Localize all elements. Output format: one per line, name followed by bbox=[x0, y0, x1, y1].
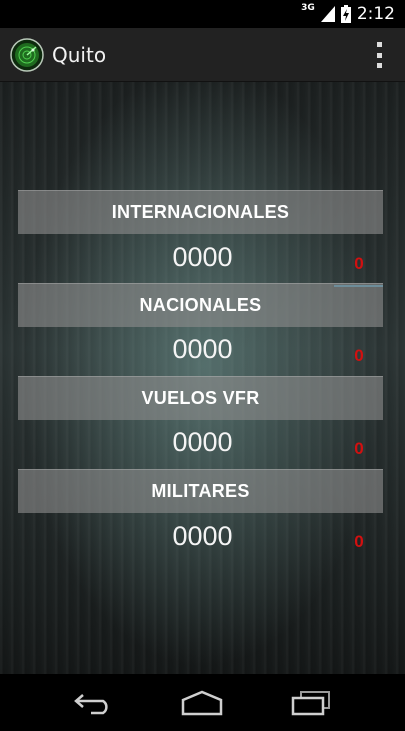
badge-internacionales[interactable]: 0 bbox=[335, 254, 383, 274]
content-area: INTERNACIONALES 0000 0 NACIONALES 0000 0… bbox=[0, 82, 405, 674]
section-header-militares: MILITARES bbox=[18, 469, 383, 513]
overflow-menu-icon[interactable] bbox=[377, 42, 383, 68]
app-title: Quito bbox=[52, 42, 107, 67]
navigation-bar bbox=[0, 674, 405, 731]
radar-icon[interactable] bbox=[10, 37, 44, 72]
section-header-vuelos-vfr: VUELOS VFR bbox=[18, 376, 383, 420]
section-header-internacionales: INTERNACIONALES bbox=[18, 190, 383, 234]
status-bar: 3G 2:12 bbox=[0, 0, 405, 28]
signal-icon bbox=[320, 6, 335, 22]
section-header-nacionales: NACIONALES bbox=[18, 283, 383, 327]
back-icon bbox=[74, 693, 108, 714]
badge-nacionales[interactable]: 0 bbox=[335, 346, 383, 366]
network-type: 3G bbox=[301, 3, 315, 13]
clock: 2:12 bbox=[356, 4, 395, 24]
back-button[interactable] bbox=[64, 683, 124, 723]
action-bar: Quito bbox=[0, 28, 405, 82]
badge-militares[interactable]: 0 bbox=[335, 532, 383, 552]
home-button[interactable] bbox=[172, 683, 232, 723]
battery-icon bbox=[340, 5, 351, 23]
badge-vuelos-vfr[interactable]: 0 bbox=[335, 439, 383, 459]
recent-apps-icon bbox=[291, 690, 330, 715]
recent-apps-button[interactable] bbox=[281, 683, 341, 723]
home-icon bbox=[182, 690, 223, 715]
